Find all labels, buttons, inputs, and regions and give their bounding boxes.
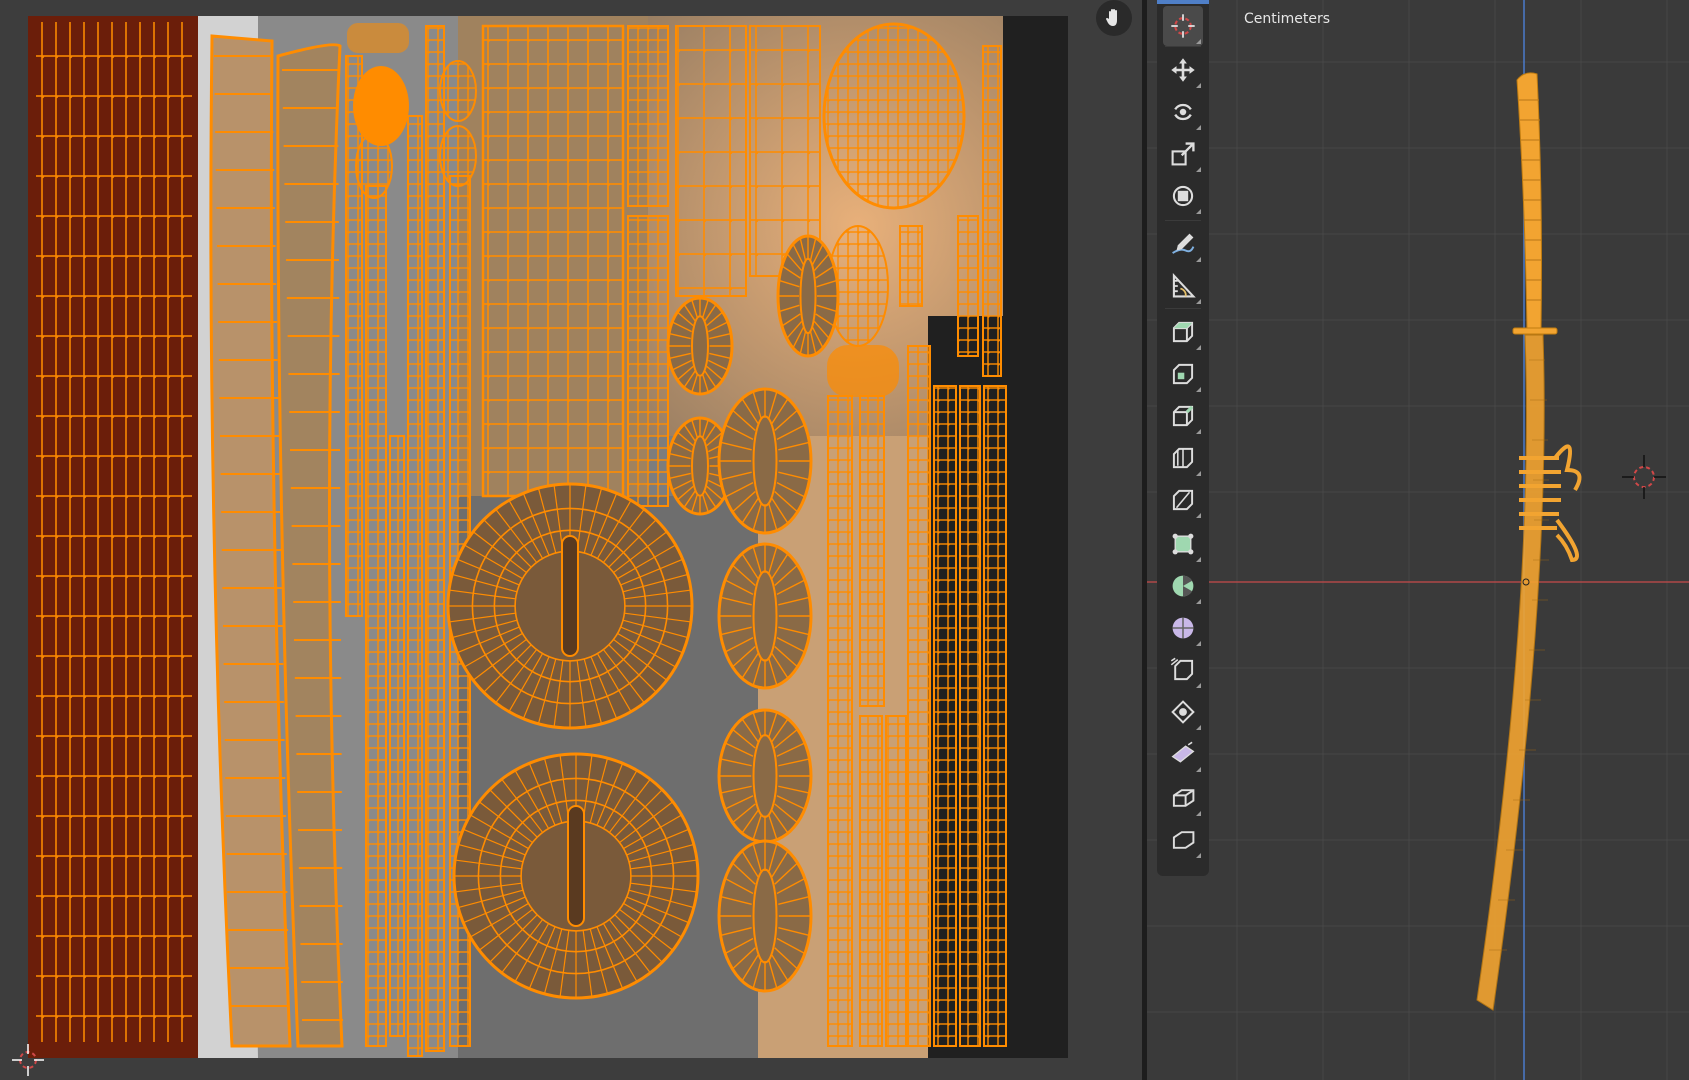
rip-region-tool[interactable]	[1163, 820, 1203, 860]
inset-faces-icon	[1172, 405, 1194, 427]
uv-island-oval	[717, 708, 813, 844]
tool-variants-indicator	[1196, 257, 1201, 262]
uv-island-tsuba	[452, 752, 700, 1000]
tool-shelf[interactable]	[1157, 0, 1209, 876]
tool-variants-indicator	[1196, 599, 1201, 604]
transform-tool[interactable]	[1163, 176, 1203, 216]
scale-tool[interactable]	[1163, 134, 1203, 174]
add-cube-tool[interactable]	[1163, 312, 1203, 352]
scene-units-label: Centimeters	[1244, 11, 1331, 27]
uv-layout[interactable]	[28, 16, 1068, 1058]
inset-faces-tool[interactable]	[1163, 396, 1203, 436]
add-cube-icon	[1172, 321, 1194, 343]
shrink-fatten-icon	[1171, 741, 1195, 763]
measure-tool[interactable]	[1163, 266, 1203, 306]
rotate-tool[interactable]	[1163, 92, 1203, 132]
smooth-tool[interactable]	[1163, 650, 1203, 690]
viewport-grid	[1147, 0, 1689, 1080]
tool-variants-indicator	[1196, 125, 1201, 130]
uv-island-oval	[717, 542, 813, 690]
edge-slide-icon	[1171, 700, 1195, 724]
tool-variants-indicator	[1196, 811, 1201, 816]
tool-variants-indicator	[1196, 167, 1201, 172]
move-tool[interactable]	[1163, 50, 1203, 90]
cursor-tool[interactable]	[1163, 6, 1203, 46]
uv-texture-image[interactable]	[28, 16, 1068, 1058]
bevel-tool[interactable]	[1163, 438, 1203, 478]
toolbar-separator	[1165, 308, 1201, 309]
tool-variants-indicator	[1196, 513, 1201, 518]
cursor-icon	[1171, 14, 1195, 38]
uv-cursor-icon[interactable]	[8, 1040, 48, 1080]
uv-island-oval	[717, 387, 813, 535]
poly-build-icon	[1172, 575, 1194, 597]
tool-variants-indicator	[1196, 39, 1201, 44]
loop-cut-icon	[1172, 489, 1194, 511]
knife-tool[interactable]	[1163, 524, 1203, 564]
shrink-fatten-tool[interactable]	[1163, 734, 1203, 774]
katana-model	[1476, 72, 1582, 1011]
bevel-icon	[1172, 447, 1194, 469]
knife-icon	[1172, 533, 1194, 555]
move-icon	[1171, 58, 1195, 82]
smooth-icon	[1170, 657, 1194, 681]
scale-icon	[1171, 142, 1195, 166]
tool-variants-indicator	[1196, 641, 1201, 646]
tool-variants-indicator	[1196, 725, 1201, 730]
edge-slide-tool[interactable]	[1163, 692, 1203, 732]
tool-variants-indicator	[1196, 471, 1201, 476]
uv-editor[interactable]	[0, 0, 1142, 1080]
shear-tool[interactable]	[1163, 778, 1203, 818]
spin-icon	[1172, 617, 1194, 639]
tool-variants-indicator	[1196, 209, 1201, 214]
toolbar-separator	[1165, 46, 1201, 47]
annotate-icon	[1172, 233, 1195, 254]
tool-variants-indicator	[1196, 853, 1201, 858]
extrude-region-tool[interactable]	[1163, 354, 1203, 394]
loop-cut-tool[interactable]	[1163, 480, 1203, 520]
tool-variants-indicator	[1196, 683, 1201, 688]
uv-island-oval	[717, 839, 813, 993]
toolbar-separator	[1165, 220, 1201, 221]
active-tool-indicator	[1157, 0, 1209, 4]
spin-tool[interactable]	[1163, 608, 1203, 648]
tool-variants-indicator	[1196, 387, 1201, 392]
tool-variants-indicator	[1196, 83, 1201, 88]
shear-icon	[1172, 789, 1195, 807]
uv-island-oval	[776, 234, 840, 358]
rip-region-icon	[1172, 831, 1195, 849]
measure-icon	[1172, 273, 1196, 298]
tool-variants-indicator	[1196, 557, 1201, 562]
transform-icon	[1172, 185, 1194, 207]
extrude-region-icon	[1172, 363, 1194, 385]
tool-variants-indicator	[1196, 429, 1201, 434]
tool-variants-indicator	[1196, 299, 1201, 304]
rotate-icon	[1174, 103, 1192, 121]
annotate-tool[interactable]	[1163, 224, 1203, 264]
tool-variants-indicator	[1196, 345, 1201, 350]
uv-island-tsuba	[446, 482, 694, 730]
tool-variants-indicator	[1196, 767, 1201, 772]
uv-island-oval	[666, 296, 734, 396]
hand-icon	[1106, 9, 1117, 26]
poly-build-tool[interactable]	[1163, 566, 1203, 606]
3d-viewport[interactable]: Centimeters	[1147, 0, 1689, 1080]
pan-view-button[interactable]	[1096, 0, 1132, 36]
